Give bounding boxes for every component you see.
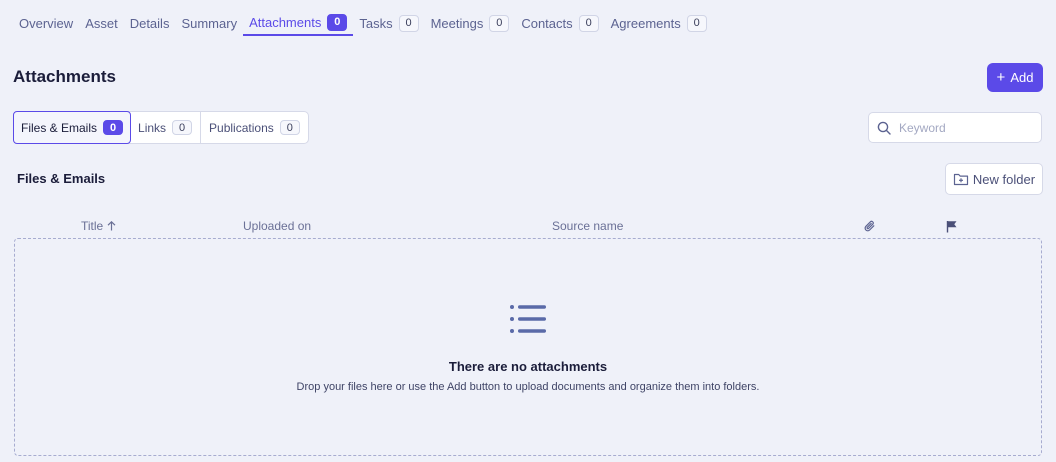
tab-contacts[interactable]: Contacts 0: [515, 10, 604, 36]
section-title: Files & Emails: [17, 171, 106, 186]
column-header-source-name[interactable]: Source name: [552, 219, 623, 233]
empty-state-title: There are no attachments: [448, 359, 608, 374]
search-box: [868, 112, 1042, 143]
tab-count-badge: 0: [489, 14, 510, 32]
column-header-title[interactable]: Title: [81, 219, 116, 233]
paperclip-icon: [864, 220, 875, 232]
column-label: Source name: [552, 219, 624, 233]
tab-label: Summary: [181, 15, 238, 31]
page-title: Attachments: [13, 67, 116, 86]
tab-label: Asset: [85, 15, 118, 31]
search-input[interactable]: [899, 120, 1029, 135]
subtab-links[interactable]: Links 0: [130, 112, 202, 143]
tab-label: Meetings: [430, 15, 484, 31]
tab-label: Details: [129, 15, 170, 31]
column-header-flag[interactable]: [946, 220, 958, 233]
tab-label: Agreements: [610, 15, 681, 31]
flag-icon: [946, 221, 957, 233]
arrow-up-icon: [107, 221, 116, 231]
tab-meetings[interactable]: Meetings 0: [425, 10, 516, 36]
new-folder-label: New folder: [972, 171, 1036, 187]
subtab-count-badge: 0: [172, 120, 193, 135]
record-tabs: Overview Asset Details Summary Attachmen…: [13, 10, 713, 38]
tab-label: Tasks: [359, 15, 393, 31]
tab-attachments[interactable]: Attachments 0: [243, 10, 354, 36]
folder-plus-icon: [953, 173, 969, 186]
attachment-type-tabs: Files & Emails 0 Links 0 Publications 0: [13, 111, 309, 144]
tab-overview[interactable]: Overview: [13, 10, 79, 36]
empty-state-description: Drop your files here or use the Add butt…: [296, 381, 760, 393]
file-drop-zone[interactable]: [14, 238, 1042, 456]
tab-count-badge: 0: [686, 14, 707, 32]
subtab-label: Publications: [209, 120, 274, 135]
column-label: Uploaded on: [243, 219, 312, 233]
add-button-label: Add: [1010, 70, 1034, 85]
new-folder-button[interactable]: New folder: [945, 163, 1043, 195]
column-header-uploaded-on[interactable]: Uploaded on: [243, 219, 311, 233]
tab-label: Contacts: [521, 15, 573, 31]
subtab-count-badge: 0: [103, 120, 124, 135]
subtab-count-badge: 0: [279, 120, 300, 135]
add-button[interactable]: + Add: [987, 63, 1043, 92]
tab-agreements[interactable]: Agreements 0: [605, 10, 713, 36]
tab-asset[interactable]: Asset: [79, 10, 124, 36]
subtab-label: Files & Emails: [21, 120, 98, 135]
tab-label: Overview: [19, 15, 74, 31]
subtab-label: Links: [138, 120, 167, 135]
column-label: Title: [81, 219, 104, 233]
plus-icon: +: [996, 69, 1006, 86]
tab-count-badge: 0: [327, 13, 348, 31]
tab-label: Attachments: [249, 14, 322, 30]
subtab-files-emails[interactable]: Files & Emails 0: [13, 111, 132, 144]
subtab-publications[interactable]: Publications 0: [201, 112, 308, 143]
tab-details[interactable]: Details: [124, 10, 176, 36]
list-icon: [510, 305, 546, 333]
tab-tasks[interactable]: Tasks 0: [353, 10, 424, 36]
tab-count-badge: 0: [398, 14, 419, 32]
tab-summary[interactable]: Summary: [175, 10, 243, 36]
tab-count-badge: 0: [578, 14, 599, 32]
search-icon: [877, 121, 891, 135]
column-header-attachments[interactable]: [864, 220, 876, 233]
